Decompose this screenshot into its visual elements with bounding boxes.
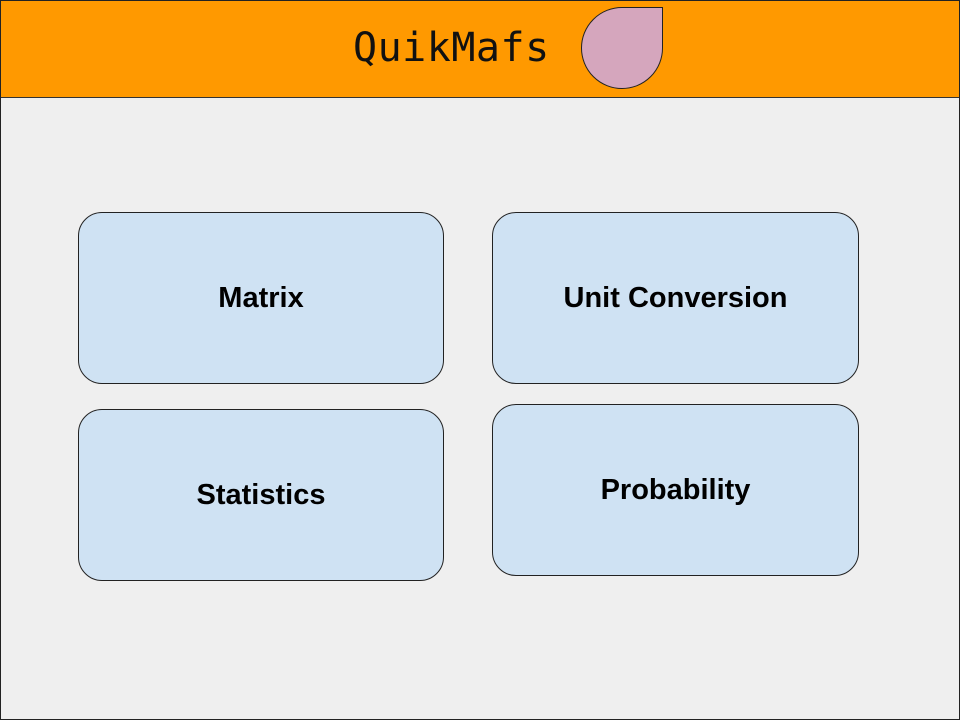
statistics-button[interactable]: Statistics <box>78 409 444 581</box>
unit-conversion-button[interactable]: Unit Conversion <box>492 212 859 384</box>
app-title: QuikMafs <box>353 25 550 71</box>
app-window: QuikMafs Matrix Unit Conversion Statisti… <box>0 0 960 720</box>
unit-conversion-button-label: Unit Conversion <box>563 281 788 314</box>
teardrop-logo-icon <box>581 7 663 89</box>
matrix-button[interactable]: Matrix <box>78 212 444 384</box>
statistics-button-label: Statistics <box>196 478 326 511</box>
app-header: QuikMafs <box>1 1 959 98</box>
probability-button[interactable]: Probability <box>492 404 859 576</box>
probability-button-label: Probability <box>600 473 751 506</box>
matrix-button-label: Matrix <box>218 281 304 314</box>
